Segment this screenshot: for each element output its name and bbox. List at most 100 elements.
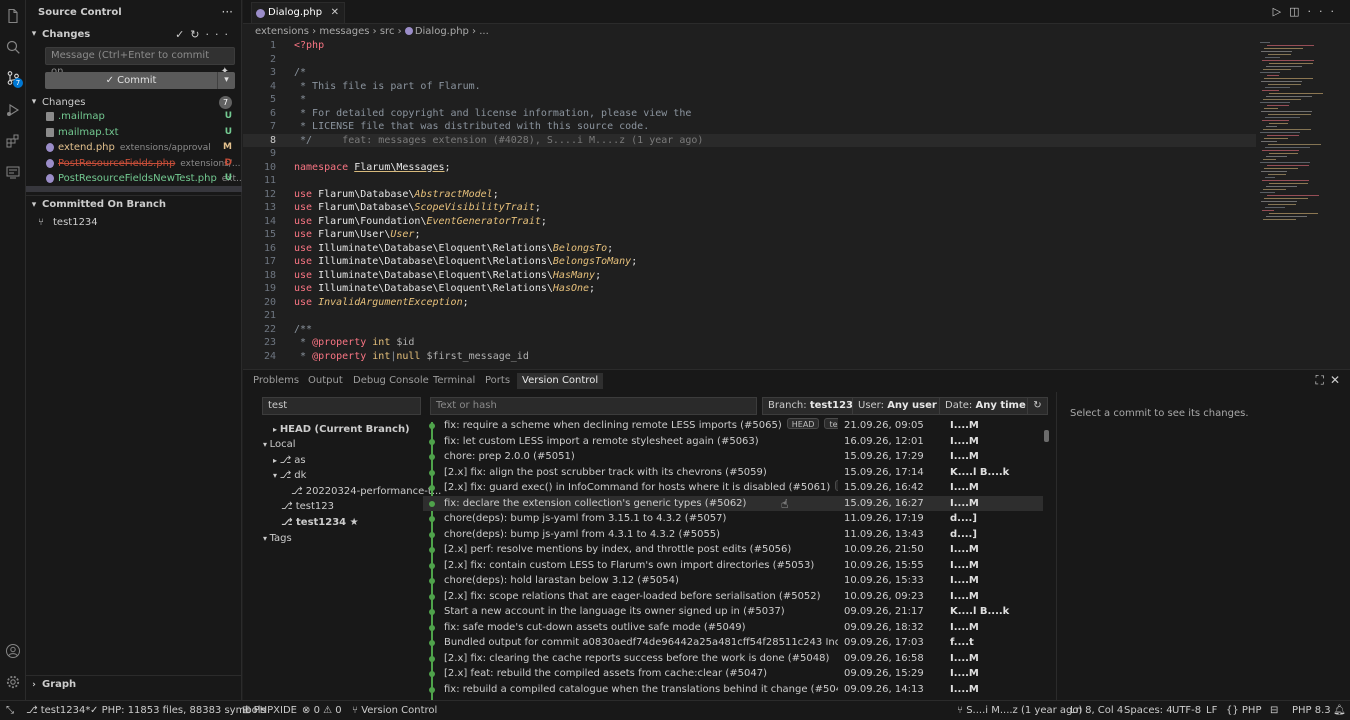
tree-branch-test123[interactable]: ⎇ test123 [281, 499, 334, 514]
notifications-icon[interactable]: 🔔︎ [1333, 701, 1346, 720]
commit-row[interactable]: [2.x] fix: scope relations that are eage… [423, 589, 1043, 605]
tree-branch-dk[interactable]: ▾ ⎇ dk [273, 468, 306, 483]
search-icon[interactable] [0, 34, 26, 60]
changes-section-header[interactable]: ▾ Changes ✓↻··· [26, 25, 242, 43]
commit-author: K....l B....k [950, 466, 1010, 478]
user-filter[interactable]: User: Any user ▾ [852, 397, 952, 415]
breadcrumb-item[interactable]: messages [319, 26, 369, 37]
commit-row[interactable]: chore(deps): bump js-yaml from 4.3.1 to … [423, 527, 1043, 543]
account-icon[interactable] [0, 638, 26, 664]
more-icon[interactable]: ··· [206, 28, 235, 41]
commit-search-input[interactable]: Text or hash [430, 397, 757, 415]
date-filter[interactable]: Date: Any time ▾ [939, 397, 1040, 415]
more-icon[interactable]: ··· [1308, 5, 1343, 18]
committed-section-header[interactable]: ▾ Committed On Branch [26, 195, 242, 213]
minimap-line [1268, 204, 1296, 205]
tree-branch-as[interactable]: ▸ ⎇ as [273, 453, 306, 468]
status-php-version[interactable]: PHP 8.3 [1292, 701, 1331, 720]
extensions-icon[interactable] [0, 128, 26, 154]
commit-row[interactable]: fix: let custom LESS import a remote sty… [423, 434, 1043, 450]
commit-date: 09.09.26, 21:17 [844, 606, 924, 617]
line-content: use Illuminate\Database\Eloquent\Relatio… [294, 283, 596, 294]
status-version-control[interactable]: ⑂ Version Control [352, 701, 437, 720]
changed-file-row[interactable]: PostResourceFieldsNewTest.phpext...U [26, 171, 242, 186]
status-blame[interactable]: ⑂ S....i M....z (1 year ago) [957, 701, 1082, 720]
status-cursor-position[interactable]: Ln 8, Col 4 [1070, 701, 1123, 720]
breadcrumb-item[interactable]: src [380, 26, 395, 37]
commit-row[interactable]: chore(deps): hold larastan below 3.12 (#… [423, 573, 1043, 589]
commit-row[interactable]: [2.x] perf: resolve mentions by index, a… [423, 542, 1043, 558]
status-php-index[interactable]: ✓ PHP: 11853 files, 88383 symbols [90, 701, 266, 720]
remote-icon[interactable]: ⤡ [6, 701, 14, 720]
commit-row[interactable]: chore(deps): bump js-yaml from 3.15.1 to… [423, 511, 1043, 527]
breadcrumb-item[interactable]: extensions [255, 26, 309, 37]
status-phpxide[interactable]: ⊞ PHPXIDE [242, 701, 297, 720]
minimap[interactable] [1257, 38, 1350, 238]
commit-row[interactable]: fix: require a scheme when declining rem… [423, 418, 1043, 434]
changed-file-row[interactable]: PostResourceFields.php extensions/... D [26, 156, 242, 171]
commit-row[interactable]: Start a new account in the language its … [423, 604, 1043, 620]
status-layout-icon[interactable]: ⊟ [1270, 701, 1278, 720]
commit-message-input[interactable]: Message (Ctrl+Enter to commit on... ✦ [45, 47, 235, 77]
status-problems[interactable]: ⊗ 0 ⚠ 0 [302, 701, 342, 720]
close-icon[interactable]: ✕ [1330, 373, 1346, 387]
commit-row[interactable]: Bundled output for commit a0830aedf74de9… [423, 635, 1043, 651]
refresh-icon[interactable]: ↻ [190, 28, 205, 41]
breadcrumb-item[interactable]: ... [479, 26, 489, 37]
explorer-icon[interactable] [0, 3, 26, 29]
commit-row[interactable]: fix: rebuild a compiled catalogue when t… [423, 682, 1043, 698]
maximize-icon[interactable]: ⛶ [1316, 373, 1330, 387]
commit-row[interactable]: [2.x] fix: clearing the cache reports su… [423, 651, 1043, 667]
breadcrumb-item[interactable]: Dialog.php [415, 26, 469, 37]
branch-filter[interactable]: Branch: test1234 [762, 397, 866, 415]
tab-dialog-php[interactable]: Dialog.php ✕ [251, 2, 346, 23]
commit-dropdown-icon[interactable]: ▾ [217, 72, 235, 89]
commit-row[interactable]: [2.x] fix: contain custom LESS to Flarum… [423, 558, 1043, 574]
more-actions-icon[interactable]: ··· [222, 5, 233, 19]
run-icon[interactable]: ▷ [1273, 5, 1289, 18]
list-item-partial[interactable] [26, 186, 242, 192]
tree-tags[interactable]: ▾ Tags [263, 531, 292, 546]
detail-divider[interactable] [1056, 392, 1057, 701]
split-editor-icon[interactable]: ◫ [1289, 5, 1307, 18]
refresh-icon[interactable]: ↻ [1027, 397, 1048, 415]
tree-branch-test1234[interactable]: ⎇ test1234 ★ [281, 515, 359, 530]
changed-file-row[interactable]: extend.php extensions/approval M [26, 140, 242, 155]
commit-button[interactable]: ✓ Commit ▾ [45, 72, 235, 89]
committed-item[interactable]: ⑂ test1234 [26, 215, 242, 230]
gear-icon[interactable] [0, 669, 26, 695]
status-indentation[interactable]: Spaces: 4 [1124, 701, 1173, 720]
commit-list-scrollbar[interactable] [1044, 430, 1049, 442]
tab-version-control[interactable]: Version Control [517, 373, 604, 389]
tree-head[interactable]: ▸ HEAD (Current Branch) [273, 422, 410, 437]
commit-row[interactable]: [2.x] fix: align the post scrubber track… [423, 465, 1043, 481]
minimap-line [1263, 129, 1311, 130]
tab-ports[interactable]: Ports [485, 373, 510, 389]
tab-debug-console[interactable]: Debug Console [353, 373, 429, 389]
changed-file-row[interactable]: .mailmap U [26, 109, 242, 124]
source-control-icon[interactable]: 7 [0, 65, 26, 91]
tree-local[interactable]: ▾ Local [263, 437, 295, 452]
check-icon[interactable]: ✓ [175, 28, 190, 41]
commit-row[interactable]: fix: declare the extension collection's … [423, 495, 1043, 511]
code-editor[interactable]: 1 <?php 2 3/* 4 * This file is part of Flaru… [243, 38, 1256, 364]
commit-row[interactable]: fix: safe mode's cut-down assets outlive… [423, 620, 1043, 636]
tab-problems[interactable]: Problems [253, 373, 299, 389]
commit-row[interactable]: [2.x] feat: rebuild the compiled assets … [423, 666, 1043, 682]
commit-row[interactable]: [2.x] fix: guard exec() in InfoCommand f… [423, 480, 1043, 496]
minimap-line [1264, 198, 1308, 199]
tab-terminal[interactable]: Terminal [433, 373, 475, 389]
status-encoding[interactable]: UTF-8 [1172, 701, 1201, 720]
tree-branch-performance[interactable]: ⎇ 20220324-performance-t... [291, 484, 441, 499]
graph-section-header[interactable]: › Graph [26, 675, 242, 693]
status-branch[interactable]: ⎇ test1234* [26, 701, 90, 720]
status-eol[interactable]: LF [1206, 701, 1217, 720]
branch-search-input[interactable]: test [262, 397, 421, 415]
remote-explorer-icon[interactable] [0, 159, 26, 185]
changed-file-row[interactable]: mailmap.txt U [26, 125, 242, 140]
commit-row[interactable]: chore: prep 2.0.0 (#5051) 15.09.26, 17:29… [423, 449, 1043, 465]
run-debug-icon[interactable] [0, 97, 26, 123]
tab-output[interactable]: Output [308, 373, 343, 389]
close-icon[interactable]: ✕ [331, 3, 339, 23]
status-language[interactable]: {} PHP [1226, 701, 1262, 720]
